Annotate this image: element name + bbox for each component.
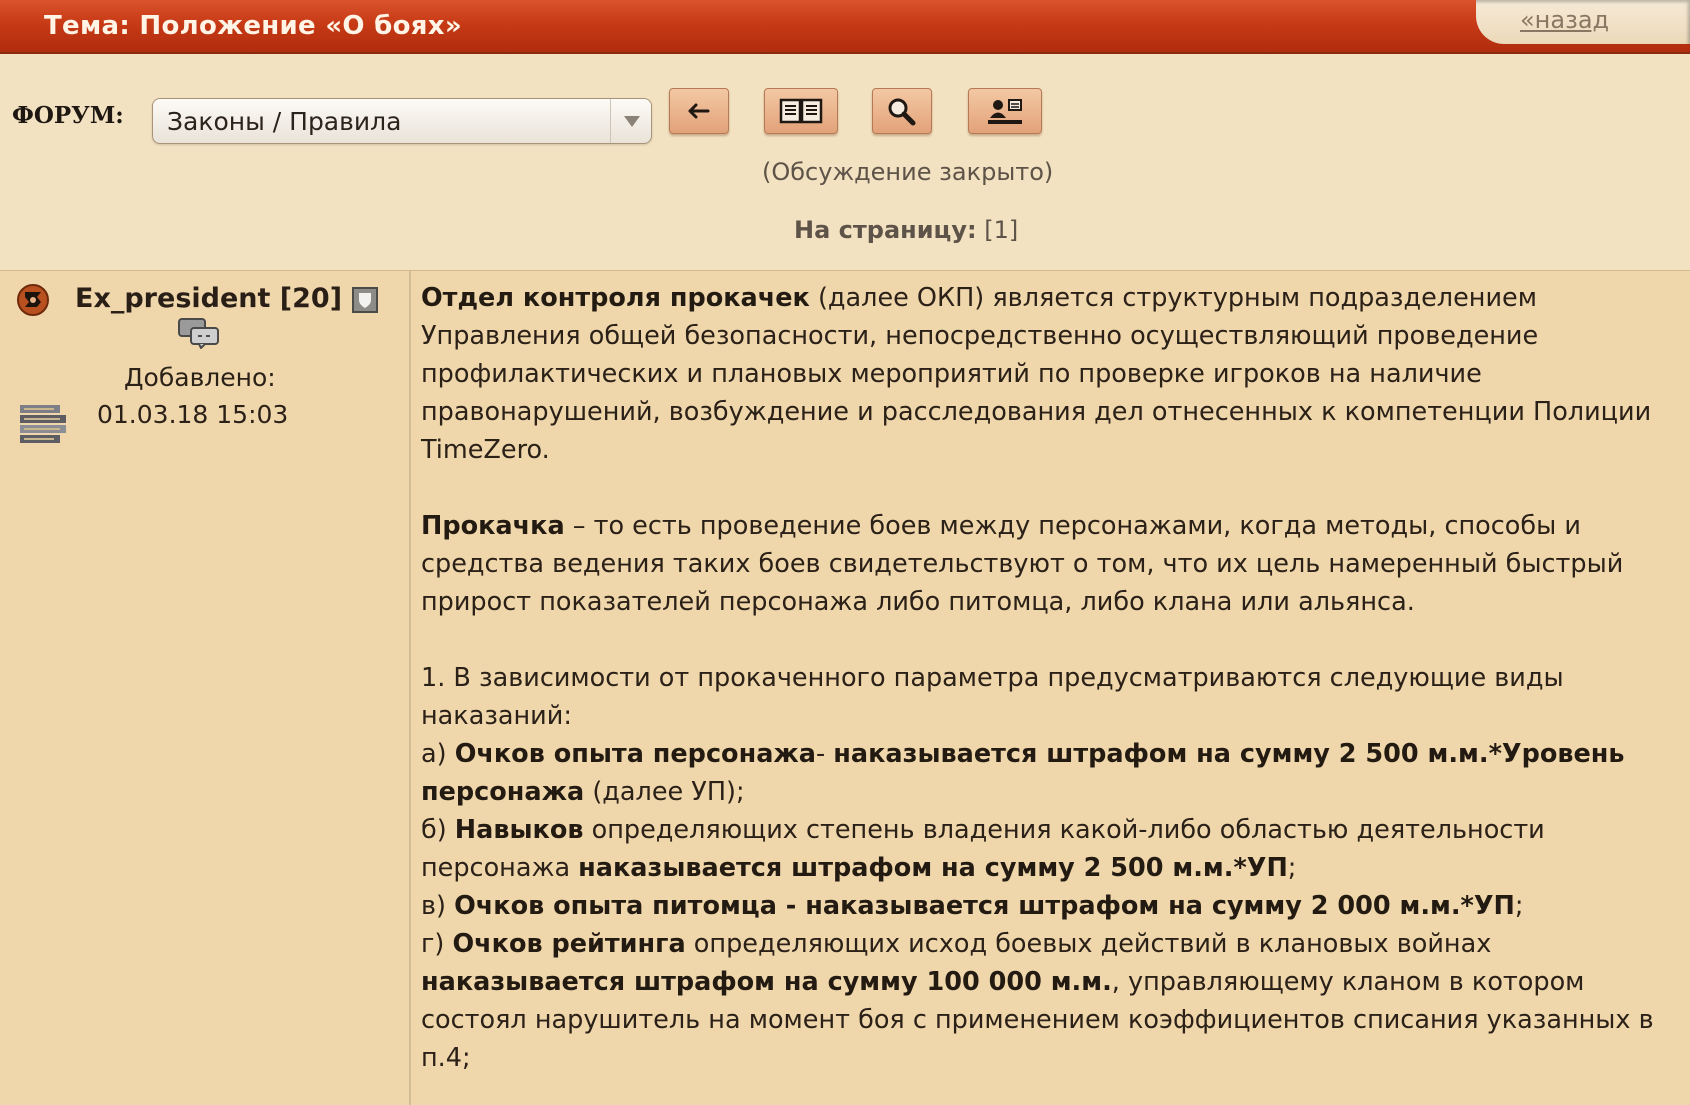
penalty-c: в) Очков опыта питомца - наказывается шт… <box>421 891 1524 921</box>
forum-select-value: Законы / Правила <box>167 107 402 136</box>
pager: На страницу: [1] <box>794 216 1018 244</box>
rules-button[interactable] <box>764 88 838 134</box>
discussion-closed-note: (Обсуждение закрыто) <box>762 158 1054 186</box>
forum-toolbar: ФОРУМ: Законы / Правила (Обсуждение закр <box>0 54 1690 270</box>
penalty-a: а) Очков опыта персонажа- наказывается ш… <box>421 739 1625 807</box>
post-body: Отдел контроля прокачек (далее ОКП) явля… <box>421 279 1676 1077</box>
paragraph-definition: Прокачка – то есть проведение боев между… <box>421 511 1624 617</box>
search-icon <box>888 98 916 126</box>
topic-title: Тема: Положение «О боях» <box>44 11 462 41</box>
profile-button[interactable] <box>968 88 1042 134</box>
rank-badge-icon <box>20 405 66 443</box>
back-tab: «назад <box>1476 0 1690 44</box>
penalty-b: б) Навыков определяющих степень владения… <box>421 815 1545 883</box>
penalty-d: г) Очков рейтинга определяющих исход бое… <box>421 929 1654 1073</box>
added-date: 01.03.18 15:03 <box>97 400 289 429</box>
chevron-down-icon[interactable] <box>610 99 651 143</box>
paragraph-okp: Отдел контроля прокачек (далее ОКП) явля… <box>421 283 1652 465</box>
book-icon <box>779 98 823 124</box>
added-label: Добавлено: <box>124 363 276 392</box>
forum-post: Ex_president [20] Добавлено: 01.03.18 15… <box>0 270 1690 1105</box>
title-bar: Тема: Положение «О боях» «назад <box>0 0 1690 54</box>
author-name[interactable]: Ex_president [20] <box>75 283 342 314</box>
back-button[interactable] <box>669 88 729 134</box>
forum-select[interactable]: Законы / Правила <box>152 98 652 144</box>
author-column: Ex_president [20] Добавлено: 01.03.18 15… <box>0 271 411 1105</box>
penalties-intro: 1. В зависимости от прокаченного парамет… <box>421 663 1564 731</box>
forum-label: ФОРУМ: <box>12 102 124 129</box>
pager-label: На страницу: <box>794 216 977 244</box>
private-message-icon[interactable] <box>177 317 221 349</box>
profile-card-icon <box>988 99 1022 124</box>
pager-pages[interactable]: [1] <box>984 216 1018 244</box>
back-arrow-icon <box>688 103 710 119</box>
search-button[interactable] <box>872 88 932 134</box>
clan-emblem-icon[interactable] <box>16 283 50 317</box>
shield-icon[interactable] <box>352 287 378 313</box>
back-link[interactable]: «назад <box>1520 6 1609 34</box>
